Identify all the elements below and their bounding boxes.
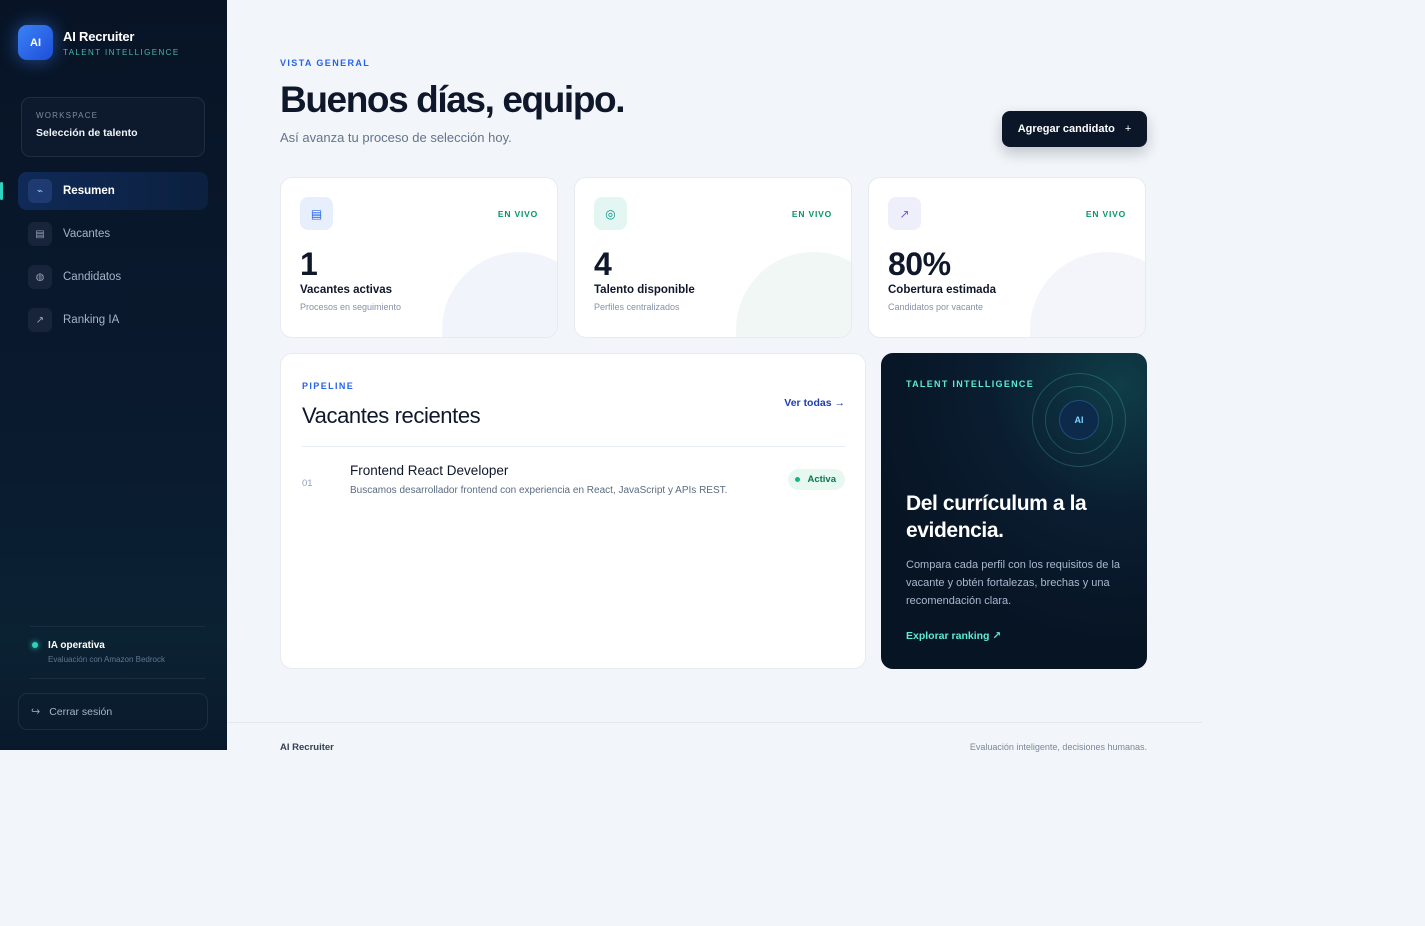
stat-value: 80% <box>888 246 951 282</box>
explore-ranking-link[interactable]: Explorar ranking ↗ <box>906 630 1001 642</box>
status-badge-label: Activa <box>807 474 836 485</box>
main-content: VISTA GENERAL Buenos días, equipo. Así a… <box>227 0 1425 926</box>
stat-value: 4 <box>594 246 612 282</box>
sidebar-item-ranking-ia[interactable]: ↗ Ranking IA <box>18 301 208 339</box>
recent-vacancies-card: PIPELINE Vacantes recientes Ver todas → … <box>280 353 866 669</box>
ai-badge-icon: AI <box>1059 400 1099 440</box>
globe-icon: ◍ <box>28 265 52 289</box>
talent-description: Compara cada perfil con los requisitos d… <box>906 559 1121 608</box>
workspace-value: Selección de talento <box>36 127 138 139</box>
sidebar-item-candidatos[interactable]: ◍ Candidatos <box>18 258 208 296</box>
add-candidate-button[interactable]: Agregar candidato + <box>1002 111 1147 147</box>
stat-subtitle: Procesos en seguimiento <box>300 302 402 312</box>
sidebar-nav: ⌁ Resumen ▤ Vacantes ◍ Candidatos ↗ Rank… <box>0 172 208 344</box>
sidebar-item-label: Ranking IA <box>63 314 120 326</box>
sidebar-item-resumen[interactable]: ⌁ Resumen <box>0 172 208 210</box>
sidebar-item-label: Resumen <box>63 185 115 197</box>
logout-icon: ↪ <box>31 706 41 718</box>
stat-subtitle: Candidatos por vacante <box>888 302 984 312</box>
list-icon: ▤ <box>300 197 333 230</box>
view-all-link[interactable]: Ver todas → <box>784 397 845 409</box>
status-subtitle: Evaluación con Amazon Bedrock <box>48 655 165 664</box>
stat-label: Vacantes activas <box>300 284 393 296</box>
trend-arrow-icon: ↗ <box>888 197 921 230</box>
pipeline-eyebrow: PIPELINE <box>302 381 355 391</box>
vacancy-title: Frontend React Developer <box>350 463 509 478</box>
status-title: IA operativa <box>48 640 105 651</box>
logout-label: Cerrar sesión <box>49 705 113 718</box>
stat-value: 1 <box>300 246 318 282</box>
pipeline-divider <box>302 446 845 447</box>
status-badge: Activa <box>788 469 845 490</box>
logout-button[interactable]: ↪ Cerrar sesión <box>18 693 208 730</box>
target-icon: ◎ <box>594 197 627 230</box>
vacancy-number: 01 <box>302 478 313 489</box>
ai-status: IA operativa Evaluación con Amazon Bedro… <box>32 640 165 664</box>
sidebar-item-vacantes[interactable]: ▤ Vacantes <box>18 215 208 253</box>
footer-tagline: Evaluación inteligente, decisiones human… <box>969 742 1147 752</box>
list-item[interactable]: 01 Frontend React Developer Buscamos des… <box>302 462 845 502</box>
page-eyebrow: VISTA GENERAL <box>280 58 371 68</box>
brand-logo: AI <box>18 25 53 60</box>
stat-label: Cobertura estimada <box>888 284 997 296</box>
status-dot-icon <box>795 477 801 482</box>
brand-tagline: TALENT INTELLIGENCE <box>63 47 180 57</box>
stat-card-talento: ◎ EN VIVO 4 Talento disponible Perfiles … <box>574 177 852 338</box>
pipeline-title: Vacantes recientes <box>302 403 481 428</box>
sidebar: AI AI Recruiter TALENT INTELLIGENCE WORK… <box>0 0 227 750</box>
vacancy-description: Buscamos desarrollador frontend con expe… <box>350 485 728 496</box>
footer-divider <box>227 722 1202 723</box>
talent-eyebrow: TALENT INTELLIGENCE <box>906 379 1035 389</box>
stat-label: Talento disponible <box>594 284 695 296</box>
add-candidate-label: Agregar candidato <box>1017 123 1115 135</box>
plus-icon: + <box>1124 123 1132 135</box>
trend-arrow-icon: ↗ <box>28 308 52 332</box>
live-badge: EN VIVO <box>497 209 538 219</box>
talent-title: Del currículum a la evidencia. <box>906 492 1087 542</box>
sidebar-item-label: Vacantes <box>63 228 111 240</box>
workspace-label: WORKSPACE <box>36 111 99 120</box>
live-badge: EN VIVO <box>1085 209 1126 219</box>
brand-name: AI Recruiter <box>63 28 135 44</box>
status-dot-icon <box>32 642 38 648</box>
list-icon: ▤ <box>28 222 52 246</box>
talent-intelligence-card: TALENT INTELLIGENCE AI Del currículum a … <box>881 353 1147 669</box>
page-subtitle: Así avanza tu proceso de selección hoy. <box>280 130 512 145</box>
page-title: Buenos días, equipo. <box>280 79 626 120</box>
workspace-selector[interactable]: WORKSPACE Selección de talento <box>21 97 205 157</box>
footer-brand: AI Recruiter <box>280 742 334 753</box>
stat-card-cobertura: ↗ EN VIVO 80% Cobertura estimada Candida… <box>868 177 1146 338</box>
stat-card-vacantes: ▤ EN VIVO 1 Vacantes activas Procesos en… <box>280 177 558 338</box>
sidebar-item-label: Candidatos <box>63 271 122 283</box>
sidebar-divider <box>30 626 205 627</box>
live-badge: EN VIVO <box>791 209 832 219</box>
brand[interactable]: AI AI Recruiter TALENT INTELLIGENCE <box>18 25 180 60</box>
stat-subtitle: Perfiles centralizados <box>594 302 680 312</box>
sidebar-divider <box>30 678 205 679</box>
pulse-icon: ⌁ <box>28 179 52 203</box>
